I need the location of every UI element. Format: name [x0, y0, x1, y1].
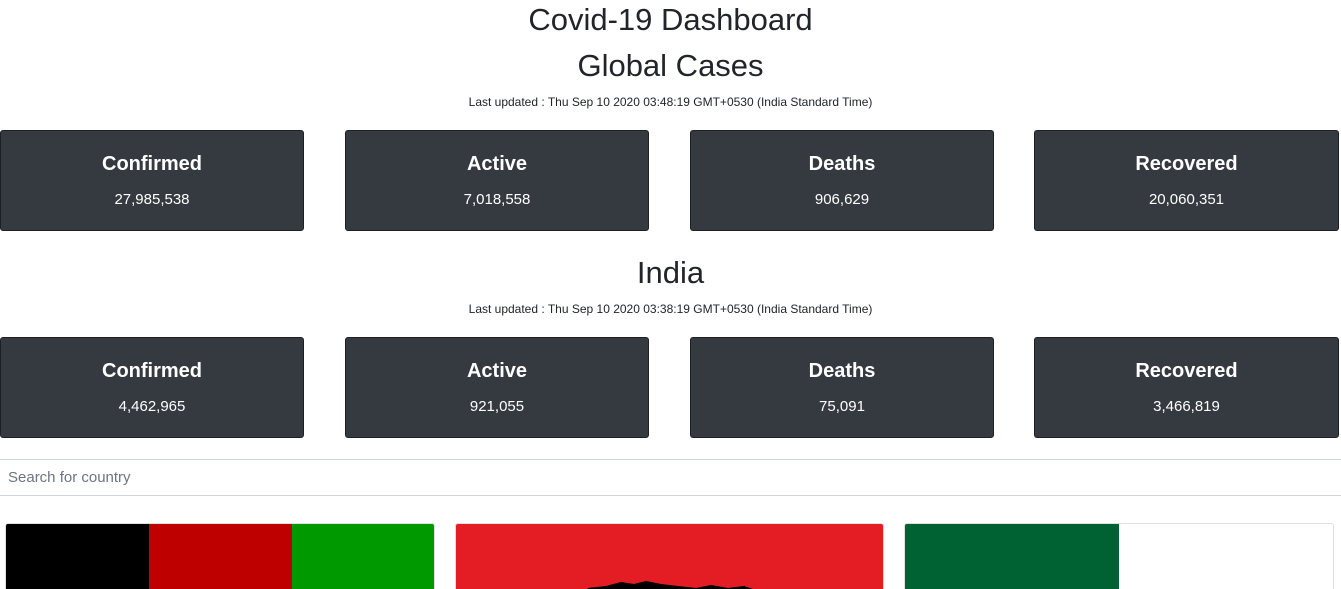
stat-label: Active [466, 360, 528, 382]
global-section-title: Global Cases [577, 48, 764, 83]
flag-stripe [905, 524, 1119, 589]
stat-value: 75,091 [819, 398, 865, 415]
stat-label: Deaths [808, 360, 876, 382]
stat-value: 20,060,351 [1148, 191, 1225, 208]
stat-label: Recovered [1135, 153, 1238, 175]
global-active-card: Active 7,018,558 [345, 130, 649, 231]
flag-stripe [292, 524, 434, 589]
india-deaths-card: Deaths 75,091 [690, 337, 994, 438]
stat-value: 4,462,965 [118, 398, 186, 415]
stat-value: 27,985,538 [114, 191, 190, 208]
global-deaths-card: Deaths 906,629 [690, 130, 994, 231]
india-last-updated: Last updated : Thu Sep 10 2020 03:38:19 … [468, 302, 873, 316]
dashboard-page: Covid-19 Dashboard Global Cases Last upd… [0, 0, 1341, 589]
flag-stripe [149, 524, 292, 589]
stat-label: Confirmed [102, 360, 202, 382]
india-active-card: Active 921,055 [345, 337, 649, 438]
stat-value: 3,466,819 [1153, 398, 1220, 415]
search-input[interactable] [0, 460, 1341, 495]
flag-stripe [1119, 524, 1333, 589]
global-last-updated: Last updated : Thu Sep 10 2020 03:48:19 … [468, 95, 873, 109]
stat-label: Deaths [808, 153, 876, 175]
stat-value: 906,629 [814, 191, 870, 208]
stat-value: 921,055 [469, 398, 525, 415]
page-title: Covid-19 Dashboard [528, 2, 813, 37]
country-card-algeria[interactable] [904, 523, 1334, 589]
flag-stripe [6, 524, 149, 589]
stat-label: Recovered [1135, 360, 1238, 382]
india-confirmed-card: Confirmed 4,462,965 [0, 337, 304, 438]
country-card-afghanistan[interactable] [5, 523, 435, 589]
search-bar [0, 459, 1341, 496]
india-recovered-card: Recovered 3,466,819 [1034, 337, 1339, 438]
eagle-emblem-icon [587, 581, 753, 589]
global-confirmed-card: Confirmed 27,985,538 [0, 130, 304, 231]
country-card-albania[interactable] [455, 523, 884, 589]
stat-value: 7,018,558 [463, 191, 531, 208]
india-section-title: India [636, 255, 705, 290]
global-recovered-card: Recovered 20,060,351 [1034, 130, 1339, 231]
stat-label: Confirmed [102, 153, 202, 175]
stat-label: Active [466, 153, 528, 175]
